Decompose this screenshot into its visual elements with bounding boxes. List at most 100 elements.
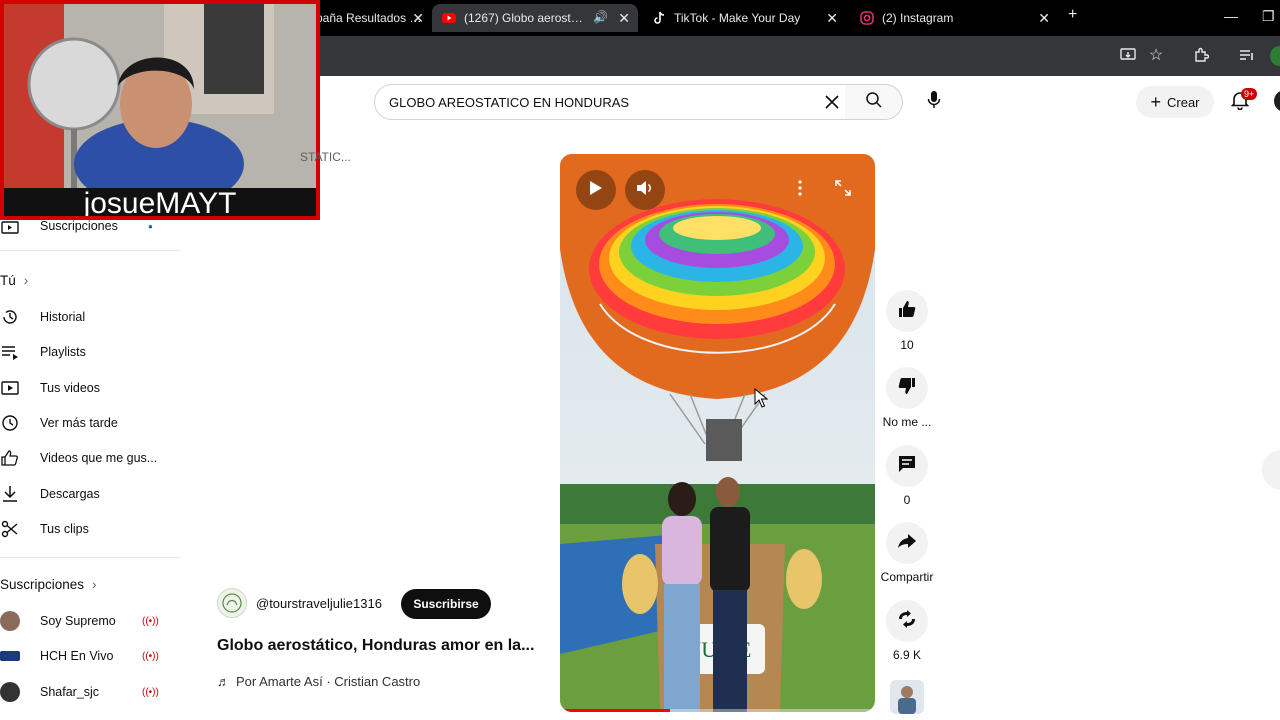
scissors-icon xyxy=(0,519,20,539)
sidebar-item-label: HCH En Vivo xyxy=(40,649,114,663)
watch-later-icon xyxy=(0,413,20,433)
new-content-dot: ● xyxy=(148,221,153,231)
sidebar-item-watch-later[interactable]: Ver más tarde xyxy=(0,409,180,437)
sidebar-item-history[interactable]: Historial xyxy=(0,303,180,331)
music-info[interactable]: ♬ Por Amarte Así · Cristian Castro xyxy=(217,674,420,689)
sidebar-item-playlists[interactable]: Playlists xyxy=(0,338,180,366)
notification-badge: 9+ xyxy=(1241,88,1258,100)
music-title: Por Amarte Así · Cristian Castro xyxy=(236,674,421,689)
search-input[interactable]: GLOBO AREOSTATICO EN HONDURAS xyxy=(374,84,846,120)
bookmark-star-icon[interactable]: ☆ xyxy=(1147,46,1165,64)
chevron-right-icon: › xyxy=(92,577,97,592)
avatar xyxy=(0,682,20,702)
sidebar-sub-shafar[interactable]: Shafar_sjc ((•)) xyxy=(0,678,180,706)
plus-icon: + xyxy=(1150,92,1161,112)
install-app-icon[interactable] xyxy=(1119,46,1137,64)
mouse-cursor-icon xyxy=(754,387,769,413)
minimize-icon[interactable]: — xyxy=(1224,8,1238,24)
webcam-feed xyxy=(4,4,316,209)
liked-icon xyxy=(0,448,20,468)
search-icon xyxy=(865,91,883,114)
account-avatar[interactable] xyxy=(1274,90,1280,112)
close-tab-icon[interactable]: ✕ xyxy=(1038,10,1050,27)
tab-tiktok[interactable]: TikTok - Make Your Day ✕ xyxy=(642,4,846,32)
voice-search-button[interactable] xyxy=(914,84,954,120)
chevron-right-icon: › xyxy=(23,273,29,288)
dislike-button[interactable] xyxy=(886,367,928,409)
sidebar-item-your-videos[interactable]: Tus videos xyxy=(0,374,180,402)
divider xyxy=(0,250,180,251)
audio-thumbnail[interactable] xyxy=(890,680,924,714)
sidebar-item-downloads[interactable]: Descargas xyxy=(0,480,180,508)
sidebar-header-label: Suscripciones xyxy=(0,577,85,592)
sidebar-item-label: Historial xyxy=(40,310,86,324)
new-tab-button[interactable]: + xyxy=(1068,6,1077,24)
webcam-overlay: josueMAYT xyxy=(0,0,320,220)
truncated-chip-text: STATIC... xyxy=(300,150,351,164)
screen: España Resultados de ✕ (1267) Globo aero… xyxy=(0,0,1280,720)
sidebar-sub-hch-en-vivo[interactable]: HCH En Vivo ((•)) xyxy=(0,642,180,670)
tab-youtube[interactable]: (1267) Globo aerostático, Honduras 🔊 ✕ xyxy=(432,4,638,32)
create-button[interactable]: + Crear xyxy=(1136,86,1214,118)
streamer-name: josueMAYT xyxy=(83,187,237,220)
remix-count: 6.9 K xyxy=(892,648,922,662)
comments-button[interactable] xyxy=(886,445,928,487)
divider xyxy=(0,557,180,558)
more-options-button[interactable] xyxy=(780,170,820,210)
sidebar-header-label: Tú xyxy=(0,273,16,288)
your-videos-icon xyxy=(0,378,20,398)
tab-label: TikTok - Make Your Day xyxy=(674,11,801,25)
speaker-icon[interactable]: 🔊 xyxy=(593,10,608,24)
sidebar-item-clips[interactable]: Tus clips xyxy=(0,515,180,543)
music-note-icon: ♬ xyxy=(217,674,230,689)
volume-icon xyxy=(636,180,654,201)
sidebar-item-label: Shafar_sjc xyxy=(40,685,100,699)
share-button[interactable] xyxy=(886,522,928,564)
sidebar-item-label: Ver más tarde xyxy=(40,416,118,430)
sidebar-item-liked-videos[interactable]: Videos que me gus... xyxy=(0,444,180,472)
webcam-name-bar: josueMAYT xyxy=(4,187,316,220)
microphone-icon xyxy=(927,90,941,115)
extensions-icon[interactable] xyxy=(1192,46,1210,64)
close-tab-icon[interactable]: ✕ xyxy=(618,10,630,27)
volume-button[interactable] xyxy=(625,170,665,210)
comment-count: 0 xyxy=(903,493,911,507)
channel-avatar[interactable] xyxy=(217,588,247,618)
comment-icon xyxy=(898,455,916,478)
avatar xyxy=(0,611,20,631)
youtube-icon xyxy=(442,11,456,25)
sidebar-sub-soy-supremo[interactable]: Soy Supremo ((•)) xyxy=(0,607,180,635)
play-button[interactable] xyxy=(576,170,616,210)
close-tab-icon[interactable]: ✕ xyxy=(826,10,838,27)
more-vert-icon xyxy=(798,179,802,201)
search-button[interactable] xyxy=(845,84,903,120)
sidebar-item-label: Descargas xyxy=(40,487,100,501)
thumbs-down-icon xyxy=(898,377,916,400)
remix-button[interactable] xyxy=(886,600,928,642)
remix-icon xyxy=(897,609,917,633)
clear-search-icon[interactable] xyxy=(820,90,844,114)
media-control-icon[interactable] xyxy=(1238,46,1256,64)
fullscreen-icon xyxy=(835,179,851,201)
subscribe-button[interactable]: Suscribirse xyxy=(401,589,491,619)
like-button[interactable] xyxy=(886,290,928,332)
fullscreen-button[interactable] xyxy=(823,170,863,210)
play-icon xyxy=(589,180,603,201)
sidebar-item-label: Suscripciones xyxy=(40,219,118,233)
instagram-icon xyxy=(860,11,874,25)
sidebar-you-header[interactable]: Tú › xyxy=(0,273,28,288)
create-label: Crear xyxy=(1167,94,1200,110)
short-video-player[interactable]: JULIE xyxy=(560,154,875,712)
tab-label: (2) Instagram xyxy=(882,11,954,25)
channel-name[interactable]: @tourstraveljulie1316 xyxy=(256,596,382,611)
video-title[interactable]: Globo aerostático, Honduras amor en la..… xyxy=(217,637,547,655)
dislike-label: No me ... xyxy=(882,415,932,429)
tab-label: (1267) Globo aerostático, Honduras xyxy=(464,11,588,25)
video-progress-bar[interactable] xyxy=(560,709,875,712)
tab-instagram[interactable]: (2) Instagram ✕ xyxy=(850,4,1058,32)
next-short-button[interactable] xyxy=(1262,450,1280,490)
close-tab-icon[interactable]: ✕ xyxy=(412,10,424,27)
sidebar-subscriptions-header[interactable]: Suscripciones › xyxy=(0,577,97,592)
thumbs-up-icon xyxy=(898,300,916,323)
maximize-icon[interactable]: ❐ xyxy=(1262,8,1275,25)
